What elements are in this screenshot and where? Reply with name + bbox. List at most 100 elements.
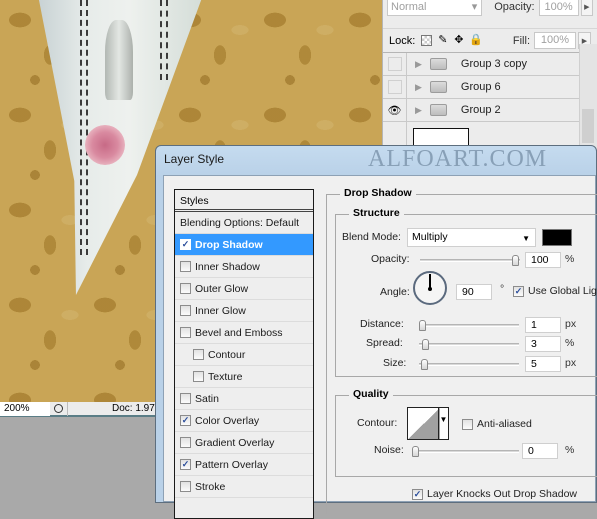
opacity-field[interactable]: 100: [525, 252, 561, 268]
style-item-label: Blending Options: Default: [180, 216, 300, 229]
noise-label: Noise:: [374, 444, 404, 456]
checkbox-icon[interactable]: ✓: [180, 415, 191, 426]
zoom-level-field[interactable]: 200%: [0, 401, 50, 416]
style-item[interactable]: ✓ Pattern Overlay: [175, 454, 313, 476]
style-item[interactable]: ✓ Color Overlay: [175, 410, 313, 432]
checkbox-icon[interactable]: [180, 305, 191, 316]
checkbox-icon[interactable]: ✓: [180, 239, 191, 250]
layers-scrollbar[interactable]: [579, 44, 597, 150]
layer-opacity-arrow[interactable]: ▶: [580, 0, 594, 16]
checkbox-icon[interactable]: [180, 437, 191, 448]
angle-label: Angle:: [380, 286, 410, 298]
chevron-down-icon: ▼: [522, 234, 530, 243]
expand-icon[interactable]: ▶: [415, 105, 422, 116]
eye-icon: 👁: [387, 104, 402, 117]
distance-label: Distance:: [360, 318, 404, 330]
expand-icon[interactable]: ▶: [415, 59, 422, 70]
lock-all-icon[interactable]: 🔒: [469, 35, 483, 46]
lock-move-icon[interactable]: ✥: [453, 35, 464, 46]
distance-field[interactable]: 1: [525, 317, 561, 333]
style-item-label: Bevel and Emboss: [195, 326, 283, 339]
style-item-label: Stroke: [195, 480, 226, 493]
checkbox-icon[interactable]: [180, 393, 191, 404]
checkbox-icon[interactable]: [180, 481, 191, 492]
checkbox-icon: [462, 418, 473, 430]
style-item[interactable]: Bevel and Emboss: [175, 322, 313, 344]
layer-row[interactable]: 👁 ▶ Group 2: [383, 98, 597, 122]
style-item-label: Satin: [195, 392, 219, 405]
style-item[interactable]: Gradient Overlay: [175, 432, 313, 454]
artwork-rose: [85, 125, 125, 165]
style-item-label: Drop Shadow: [195, 238, 263, 251]
checkbox-icon[interactable]: [193, 349, 204, 360]
style-item[interactable]: ✓ Drop Shadow: [175, 234, 313, 256]
blend-mode-label: Blend Mode:: [342, 231, 401, 243]
style-item-label: Color Overlay: [195, 414, 260, 427]
layer-row[interactable]: ▶ Group 6: [383, 75, 597, 99]
angle-dial[interactable]: [413, 271, 447, 305]
drop-shadow-section: Drop Shadow Structure Blend Mode: Multip…: [326, 187, 597, 514]
spread-slider[interactable]: [419, 339, 519, 350]
angle-field[interactable]: 90: [456, 284, 492, 300]
lock-transparency-icon[interactable]: [421, 35, 433, 46]
visibility-toggle[interactable]: [383, 52, 407, 76]
contour-picker[interactable]: ▼: [407, 407, 449, 440]
spread-slider-thumb[interactable]: [422, 339, 429, 350]
checkbox-icon[interactable]: [180, 283, 191, 294]
layer-name: Group 6: [460, 81, 501, 93]
visibility-toggle[interactable]: 👁: [383, 98, 407, 122]
style-item[interactable]: Outer Glow: [175, 278, 313, 300]
layer-blend-mode-select[interactable]: Normal: [387, 0, 483, 16]
lock-brush-icon[interactable]: ✎: [437, 35, 448, 46]
opacity-slider-thumb[interactable]: [512, 255, 519, 266]
checkbox-icon[interactable]: [180, 327, 191, 338]
size-slider-thumb[interactable]: [421, 359, 428, 370]
style-item[interactable]: Contour: [175, 344, 313, 366]
layer-name: Group 3 copy: [460, 58, 527, 70]
size-slider[interactable]: [419, 359, 519, 370]
opacity-slider[interactable]: [420, 255, 520, 266]
checkbox-icon: ✓: [412, 488, 423, 500]
size-field[interactable]: 5: [525, 356, 561, 372]
style-item[interactable]: Blending Options: Default: [175, 212, 313, 234]
noise-slider-thumb[interactable]: [412, 446, 419, 457]
styles-list: Styles Blending Options: Default ✓ Drop Sh…: [174, 189, 314, 519]
fill-field[interactable]: 100%: [534, 32, 576, 49]
spread-label: Spread:: [366, 337, 403, 349]
size-unit: px: [565, 357, 577, 369]
angle-unit: °: [500, 283, 505, 295]
checkbox-icon[interactable]: [193, 371, 204, 382]
checkbox-icon[interactable]: [180, 261, 191, 272]
anti-aliased-checkbox[interactable]: Anti-aliased: [462, 418, 532, 430]
visibility-toggle[interactable]: [383, 75, 407, 99]
status-bar: 200% Doc: 1.97: [0, 401, 158, 417]
expand-icon[interactable]: ▶: [415, 82, 422, 93]
knockout-label: Layer Knocks Out Drop Shadow: [427, 488, 577, 500]
style-item[interactable]: Inner Glow: [175, 300, 313, 322]
blend-mode-select[interactable]: Multiply ▼: [407, 228, 536, 247]
layer-row[interactable]: ▶ Group 3 copy: [383, 52, 597, 76]
shadow-color-swatch[interactable]: [542, 229, 572, 246]
knockout-checkbox[interactable]: ✓ Layer Knocks Out Drop Shadow: [412, 488, 577, 500]
checkbox-icon[interactable]: ✓: [180, 459, 191, 470]
use-global-light-label: Use Global Light: [528, 285, 597, 297]
use-global-light-checkbox[interactable]: ✓ Use Global Light: [513, 285, 597, 297]
dialog-title: Layer Style: [164, 152, 225, 166]
style-item[interactable]: Satin: [175, 388, 313, 410]
style-item[interactable]: Inner Shadow: [175, 256, 313, 278]
style-item-label: Pattern Overlay: [195, 458, 268, 471]
noise-slider[interactable]: [412, 446, 519, 457]
status-menu-button[interactable]: [50, 401, 68, 416]
distance-slider[interactable]: [419, 320, 519, 331]
style-item[interactable]: Texture: [175, 366, 313, 388]
spread-field[interactable]: 3: [525, 336, 561, 352]
style-item[interactable]: Stroke: [175, 476, 313, 498]
styles-header[interactable]: Styles: [175, 190, 313, 212]
quality-section: Quality Contour: ▼ Anti-aliased Noise: 0…: [335, 388, 597, 477]
noise-field[interactable]: 0: [522, 443, 558, 459]
distance-slider-thumb[interactable]: [419, 320, 426, 331]
chevron-down-icon[interactable]: ▼: [438, 408, 448, 439]
layer-opacity-field[interactable]: 100%: [538, 0, 579, 16]
artwork-chain-right: [160, 0, 168, 80]
spread-unit: %: [565, 337, 575, 349]
